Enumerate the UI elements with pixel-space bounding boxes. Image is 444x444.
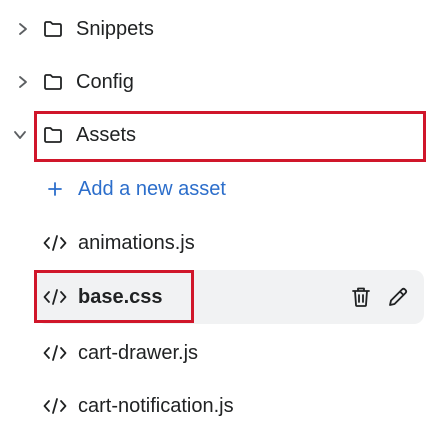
chevron-right-icon[interactable] [16,22,30,36]
file-label-cart-notification-js: cart-notification.js [78,394,234,417]
file-row-cart-notification-js[interactable]: cart-notification.js [0,381,420,431]
trash-icon[interactable] [350,286,372,308]
add-asset-link[interactable]: Add a new asset [0,164,420,214]
file-row-cart-drawer-js[interactable]: cart-drawer.js [0,328,420,378]
assets-highlight-box [34,111,426,162]
chevron-down-icon[interactable] [13,128,27,142]
folder-row-snippets[interactable]: Snippets [0,4,420,54]
edit-pencil-icon[interactable] [387,286,409,308]
folder-label-config: Config [76,70,134,93]
code-icon [43,343,67,363]
file-row-animations-js[interactable]: animations.js [0,218,420,268]
base-css-highlight-box [34,270,194,323]
folder-icon [43,72,63,92]
code-icon [43,233,67,253]
plus-icon [46,180,64,198]
file-label-cart-drawer-js: cart-drawer.js [78,341,199,364]
add-asset-label: Add a new asset [78,177,226,200]
folder-icon [43,19,63,39]
file-tree: Snippets Config Assets Add a new asset a… [0,0,444,444]
chevron-right-icon[interactable] [16,75,30,89]
file-label-animations-js: animations.js [78,231,195,254]
folder-row-config[interactable]: Config [0,57,420,107]
code-icon [43,396,67,416]
folder-label-snippets: Snippets [76,17,154,40]
